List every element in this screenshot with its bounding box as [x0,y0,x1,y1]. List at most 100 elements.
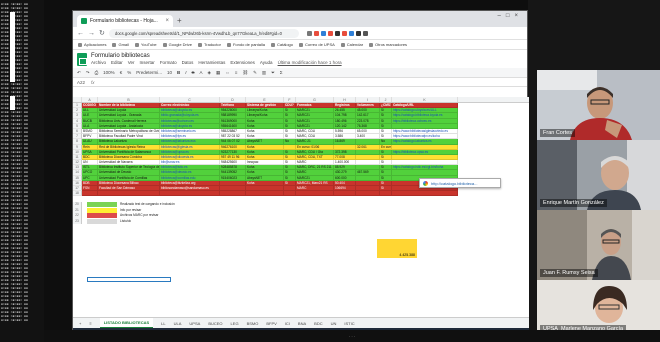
column-header[interactable]: E [246,97,284,102]
print-icon[interactable]: ⎙ [95,70,99,75]
percent-icon[interactable]: % [127,70,131,75]
table-cell[interactable] [284,191,296,197]
sheet-tab[interactable]: ICI [285,321,290,326]
bookmark-item[interactable]: Aplicaciones [78,42,106,47]
participant-video[interactable]: Juan F. Rumsy Seisa [537,210,660,280]
menu-item[interactable]: Insertar [140,60,155,65]
functions-icon[interactable]: Σ [280,70,283,75]
column-header[interactable]: I [356,97,380,102]
text-color-icon[interactable]: A [200,70,203,75]
menu-item[interactable]: Ver [128,60,135,65]
all-sheets-icon[interactable]: ≡ [89,321,91,326]
sheet-tab[interactable]: BDC [314,321,322,326]
menu-item[interactable]: Datos [182,60,194,65]
link-icon[interactable]: ⛓ [242,70,248,76]
table-cell[interactable] [296,191,334,197]
column-header[interactable]: J [380,97,392,102]
sheet-tab[interactable]: BFPV [266,321,276,326]
menu-item[interactable]: Formato [160,60,177,65]
bookmark-item[interactable]: Traductor [197,42,221,47]
menu-item[interactable]: Extensiones [230,60,255,65]
column-header[interactable]: A [82,97,98,102]
new-tab-button[interactable]: + [177,16,182,25]
table-cell[interactable] [380,191,392,197]
bookmark-item[interactable]: Google Drive [162,42,192,47]
document-title[interactable]: Formulario bibliotecas [91,53,342,59]
font-size-select[interactable]: 10 [167,70,172,75]
align-icon[interactable]: ≡ [235,70,238,75]
sheet-tab[interactable]: BSMO [247,321,259,326]
row-number[interactable]: 18 [73,191,82,197]
last-edit-link[interactable]: Última modificación hace 1 hora [278,60,342,65]
strikethrough-icon[interactable]: S [192,70,195,75]
extension-icon[interactable] [362,30,368,36]
add-sheet-icon[interactable]: + [79,321,81,326]
bookmark-item[interactable]: Gmail [112,42,129,47]
row-number[interactable]: 23 [73,218,82,225]
redo-icon[interactable]: ↷ [86,70,90,76]
column-header[interactable]: D [220,97,246,102]
table-cell[interactable] [98,191,160,197]
menu-item[interactable]: Archivo [91,60,106,65]
column-header[interactable]: C [160,97,220,102]
sheet-tab[interactable]: UN [331,321,337,326]
back-icon[interactable]: ← [77,30,84,37]
column-header[interactable]: G [296,97,334,102]
participant-video[interactable]: Fran Cortes [537,70,660,140]
bookmark-item[interactable]: Otros marcadores [369,42,407,47]
bookmark-item[interactable]: YouTube [134,42,157,47]
comment-icon[interactable]: ✎ [253,70,257,76]
forward-icon[interactable]: → [88,30,95,37]
sheet-tab[interactable]: BNA [298,321,306,326]
column-header[interactable]: B [98,97,160,102]
column-header[interactable]: H [334,97,356,102]
table-cell[interactable] [392,191,458,197]
sheet-tab[interactable]: ISTIC [344,321,354,326]
filter-icon[interactable]: ⏷ [271,70,275,75]
fill-color-icon[interactable]: ◈ [208,70,211,76]
bookmark-item[interactable]: Catálogo [270,42,293,47]
chart-icon[interactable]: ▥ [262,70,266,76]
table-cell[interactable] [334,191,356,197]
extension-icon[interactable] [320,30,326,36]
table-cell[interactable] [82,191,98,197]
sheet-tab[interactable]: BUCEO [208,321,222,326]
browser-tab[interactable]: Formulario bibliotecas - Hoja... × [77,15,173,27]
window-controls[interactable]: –□× [498,13,523,19]
total-cell[interactable]: 4.425.388 [377,239,417,258]
bookmark-item[interactable]: Correo de UPSA [299,42,335,47]
currency-icon[interactable]: € [120,70,123,75]
sheet-tab[interactable]: LL [161,321,165,326]
extension-icon[interactable] [313,30,319,36]
menu-item[interactable]: Herramientas [198,60,225,65]
table-cell[interactable] [356,191,380,197]
link-preview-tooltip[interactable]: http://catalogo.biblioteca... [419,178,501,188]
reload-icon[interactable]: ↻ [99,29,105,37]
bold-icon[interactable]: B [177,70,180,75]
selected-cell[interactable] [87,277,171,282]
extension-icon[interactable] [348,30,354,36]
sheets-logo-icon[interactable] [77,52,87,66]
italic-icon[interactable]: I [185,70,186,75]
column-header[interactable]: F [284,97,296,102]
menu-item[interactable]: Ayuda [260,60,273,65]
column-header[interactable]: K [392,97,458,102]
sheet-tab[interactable]: UPSA [189,321,200,326]
table-cell[interactable] [220,191,246,197]
table-cell[interactable] [160,191,220,197]
bookmark-item[interactable]: Fondo de pantalla [226,42,265,47]
link-preview-text[interactable]: http://catalogo.biblioteca... [431,181,477,186]
borders-icon[interactable]: ▦ [216,70,220,76]
close-tab-icon[interactable]: × [165,18,169,24]
participant-video[interactable]: UPSA_Marlene Manzano García [537,280,660,336]
table-cell[interactable] [246,191,284,197]
extension-icon[interactable] [306,30,312,36]
sheet-tab[interactable]: ULA [174,321,182,326]
zoom-select[interactable]: 100% [103,70,115,75]
merge-icon[interactable]: ⇔ [225,70,230,75]
menu-item[interactable]: Editar [111,60,123,65]
name-box[interactable]: A22 [77,80,85,85]
extension-icon[interactable] [355,30,361,36]
undo-icon[interactable]: ↶ [77,70,81,76]
extension-icon[interactable] [341,30,347,36]
